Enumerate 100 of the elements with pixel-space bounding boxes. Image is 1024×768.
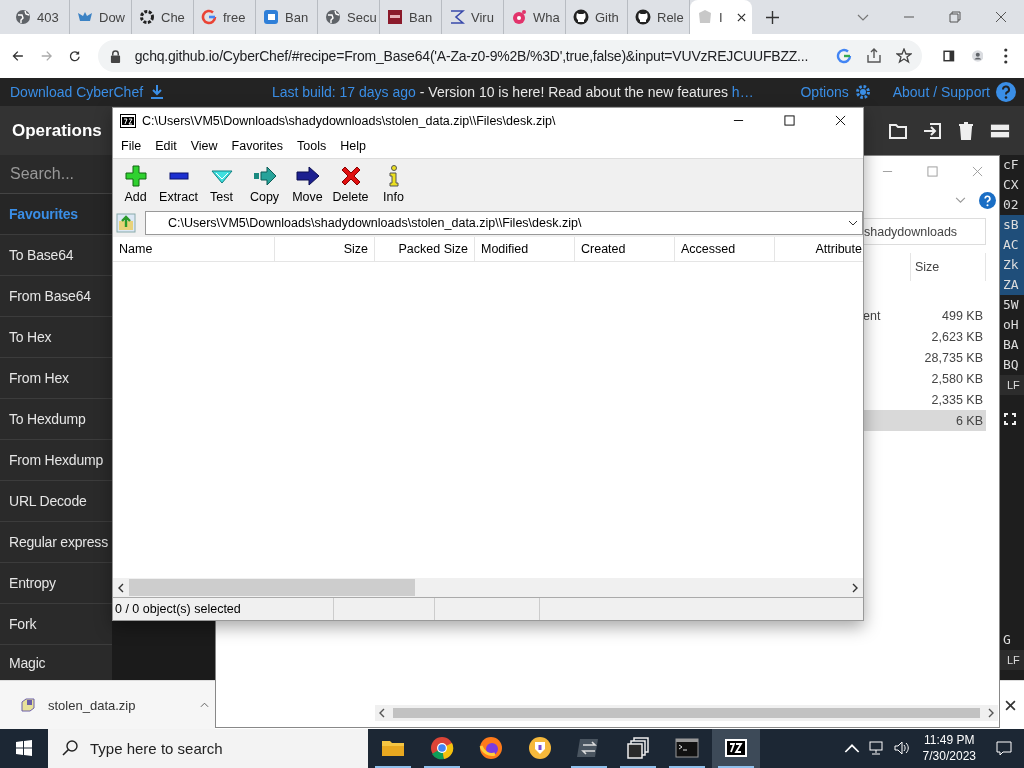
file-size: 6 KB	[955, 413, 983, 428]
browser-tab[interactable]: Viru	[442, 0, 504, 34]
scroll-left-icon[interactable]	[379, 708, 385, 718]
file-row[interactable]: 2,580 KB	[863, 368, 986, 389]
help-icon[interactable]	[996, 82, 1016, 102]
browser-tab[interactable]: Ban	[380, 0, 442, 34]
globe-icon	[15, 9, 31, 25]
start-icon[interactable]	[16, 740, 32, 756]
browser-tab[interactable]: Dow	[70, 0, 132, 34]
status-text: 0 / 0 object(s) selected	[113, 598, 334, 620]
reload-icon[interactable]	[69, 48, 81, 64]
toolbar-button[interactable]: Extract	[157, 164, 200, 204]
maximize-icon[interactable]	[784, 115, 795, 126]
settings-icon[interactable]	[854, 84, 871, 100]
close-icon[interactable]	[1005, 699, 1016, 711]
horizontal-scrollbar[interactable]	[113, 578, 863, 597]
download-icon[interactable]	[149, 84, 166, 100]
taskbar-app[interactable]	[712, 728, 760, 768]
terminal-icon	[675, 736, 699, 760]
toolbar-button[interactable]: Add	[114, 164, 157, 204]
column-header[interactable]: Packed Size	[375, 237, 475, 261]
menu-item[interactable]: Tools	[290, 138, 334, 153]
path-combobox[interactable]: C:\Users\VM5\Downloads\shadydownloads\stolen_data.zip\\Files\desk.zip\	[145, 211, 863, 235]
file-row[interactable]: 6 KB	[863, 410, 986, 431]
browser-tab[interactable]: Che	[132, 0, 194, 34]
file-row[interactable]: 28,735 KB	[863, 347, 986, 368]
options-link[interactable]: Options	[800, 84, 849, 100]
browser-icon	[430, 736, 454, 760]
output-text: sB	[1000, 215, 1024, 235]
new-tab-icon[interactable]	[766, 10, 779, 24]
horizontal-scrollbar[interactable]	[375, 705, 998, 721]
scroll-right-icon[interactable]	[852, 582, 858, 593]
browser-tab[interactable]: Ban	[256, 0, 318, 34]
output-text: ZA	[1000, 275, 1024, 295]
browser-tab[interactable]: free	[194, 0, 256, 34]
browser-tab[interactable]: Wha	[504, 0, 566, 34]
menu-item[interactable]: Favorites	[224, 138, 290, 153]
up-folder-icon[interactable]	[116, 213, 136, 233]
column-header[interactable]: Name	[113, 237, 275, 261]
close-icon[interactable]	[835, 115, 846, 126]
toolbar-button[interactable]: Info	[372, 164, 415, 204]
shield-icon	[528, 736, 552, 760]
file-size: 499 KB	[942, 308, 983, 323]
sidebar-icon[interactable]	[943, 48, 955, 64]
build-link[interactable]: Last build: 17 days ago	[271, 84, 416, 100]
file-row[interactable]: 2,623 KB	[863, 326, 986, 347]
address-field[interactable]: gchq.github.io/CyberChef/#recipe=From_Base64('A-Za-z0-9%2B/%3D',true,false)&input=VUVzREJCUUFBZZ...	[97, 40, 923, 72]
search-field[interactable]: Type here to search	[48, 728, 368, 768]
star-icon[interactable]	[896, 48, 913, 64]
toolbar-button[interactable]: Test	[200, 164, 243, 204]
address-field[interactable]: shadydownloads	[863, 218, 986, 245]
help-icon[interactable]	[979, 191, 996, 209]
close-icon[interactable]	[737, 12, 746, 22]
notice-link[interactable]: h…	[731, 84, 754, 100]
download-link[interactable]: Download CyberChef	[10, 84, 144, 100]
menu-item[interactable]: File	[114, 138, 149, 153]
profile-icon[interactable]	[971, 48, 984, 64]
menu-item[interactable]: View	[183, 138, 225, 153]
trash-icon[interactable]	[956, 120, 976, 141]
share-icon[interactable]	[866, 48, 883, 64]
expand-icon[interactable]	[1004, 413, 1016, 425]
fox-icon	[479, 736, 503, 760]
file-row[interactable]: 2,335 KB	[863, 389, 986, 410]
menu-item[interactable]: Help	[333, 138, 373, 153]
browser-tab[interactable]: 403	[8, 0, 70, 34]
ring-icon[interactable]	[836, 48, 853, 64]
toolbar-button[interactable]: Move	[286, 164, 329, 204]
app-icon	[263, 9, 279, 25]
operations-title: Operations	[12, 120, 102, 141]
column-header[interactable]: Size	[910, 253, 986, 281]
output-text: oH	[1002, 316, 1020, 334]
restore-icon[interactable]	[949, 11, 961, 23]
browser-tab[interactable]: I	[690, 0, 752, 34]
category-item[interactable]: Favourites	[0, 194, 112, 235]
notification-icon[interactable]	[996, 740, 1012, 756]
column-header[interactable]: Size	[275, 237, 375, 261]
file-name: ent	[863, 308, 881, 323]
page-icon	[697, 9, 713, 25]
toolbar-button[interactable]: Copy	[243, 164, 286, 204]
about-link[interactable]: About / Support	[892, 84, 990, 100]
operation-item[interactable]: Magic	[0, 645, 112, 680]
download-item[interactable]: stolen_data.zip	[0, 681, 215, 729]
column-header[interactable]: Attribute	[775, 237, 863, 261]
clock[interactable]: 11:49 PM 7/30/2023	[922, 732, 976, 764]
gear-icon	[139, 9, 155, 25]
scroll-left-icon[interactable]	[118, 582, 124, 593]
column-header[interactable]: Modified	[475, 237, 575, 261]
browser-tab[interactable]: Gith	[566, 0, 628, 34]
browser-tab[interactable]: Secu	[318, 0, 380, 34]
toolbar-button[interactable]: Delete	[329, 164, 372, 204]
file-row[interactable]: ent 499 KB	[863, 305, 986, 326]
column-header[interactable]: Accessed	[675, 237, 775, 261]
network-icon[interactable]	[868, 741, 885, 755]
scroll-right-icon[interactable]	[988, 708, 994, 718]
back-icon[interactable]	[12, 48, 24, 64]
menu-item[interactable]: Edit	[148, 138, 184, 153]
import-icon[interactable]	[922, 120, 942, 141]
output-text: BA	[1002, 336, 1020, 354]
column-header[interactable]: Created	[575, 237, 675, 261]
volume-icon[interactable]	[893, 741, 910, 755]
